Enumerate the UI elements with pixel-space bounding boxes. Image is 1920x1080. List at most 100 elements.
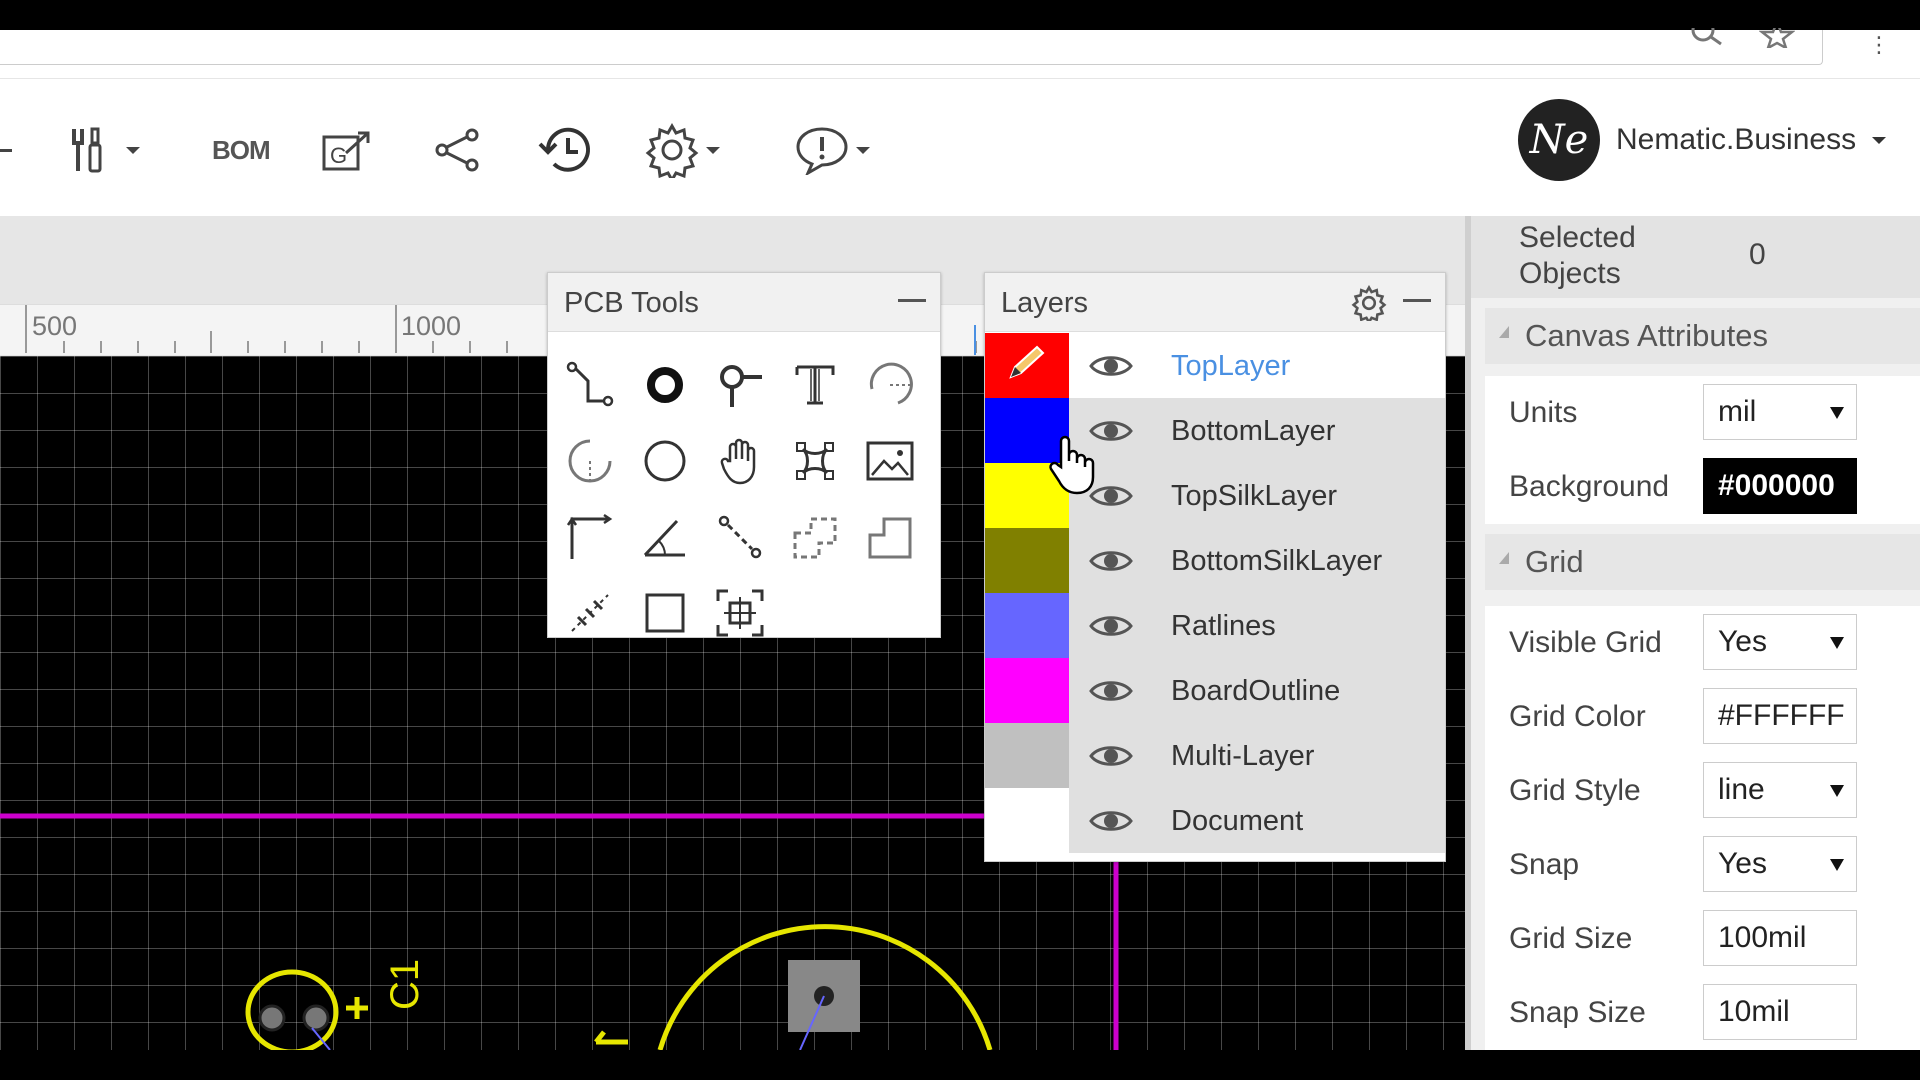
text-tool-icon[interactable] (785, 347, 845, 423)
eye-icon[interactable] (1089, 416, 1133, 451)
layer-color-swatch[interactable] (985, 593, 1069, 658)
selected-objects-label: Selected Objects (1519, 221, 1636, 290)
eye-icon[interactable] (1089, 806, 1133, 841)
units-row: Units mil (1485, 376, 1920, 450)
background-row: Background #000000 (1485, 450, 1920, 524)
connect-pad-tool-icon[interactable] (710, 499, 770, 575)
canvas-attributes-section[interactable]: Canvas Attributes (1485, 308, 1920, 364)
bookmark-star-icon[interactable] (1758, 18, 1796, 53)
canvas-attributes-title: Canvas Attributes (1525, 318, 1768, 353)
toolbar-dropdown-left[interactable] (0, 117, 12, 183)
pad[interactable] (258, 1004, 286, 1032)
background-label: Background (1509, 470, 1670, 503)
layer-row-ratlines[interactable]: Ratlines (985, 593, 1445, 658)
layer-row-boardoutline[interactable]: BoardOutline (985, 658, 1445, 723)
selected-objects-row: Selected Objects 0 (1471, 216, 1920, 298)
grid-color-value: #FFFFFF (1718, 699, 1845, 732)
track-tool-icon[interactable] (560, 347, 620, 423)
tools-button[interactable] (66, 117, 140, 183)
protractor-tool-icon[interactable] (635, 499, 695, 575)
canvas-origin-tool-icon[interactable] (710, 575, 770, 651)
layers-header[interactable]: Layers (985, 273, 1445, 332)
grid-size-value: 100mil (1718, 921, 1807, 954)
units-select[interactable]: mil (1703, 384, 1857, 440)
grid-section[interactable]: Grid (1485, 534, 1920, 590)
share-button[interactable] (432, 117, 482, 183)
feedback-button[interactable] (794, 117, 870, 183)
minimize-icon[interactable] (898, 299, 926, 302)
layer-color-swatch[interactable] (985, 658, 1069, 723)
circle-tool-icon[interactable] (635, 423, 695, 499)
rect-region-tool-icon[interactable] (785, 499, 845, 575)
copper-area-tool-icon[interactable] (785, 423, 845, 499)
grid-style-value: line (1718, 773, 1765, 806)
pad[interactable] (302, 1004, 330, 1032)
snap-size-input[interactable]: 10mil (1703, 984, 1857, 1040)
arc-tool-icon[interactable] (860, 347, 920, 423)
dropdown-arrow-icon (1830, 637, 1844, 649)
eye-icon[interactable] (1089, 351, 1133, 386)
snap-select[interactable]: Yes (1703, 836, 1857, 892)
zoom-icon[interactable] (1687, 18, 1727, 53)
feedback-icon (796, 127, 848, 175)
export-button[interactable]: G (320, 117, 376, 183)
ruler-label-500: 500 (32, 311, 78, 341)
pcb-tools-panel: PCB Tools (547, 272, 941, 638)
chevron-down-icon (856, 146, 870, 154)
layer-row-bottomsilklayer[interactable]: BottomSilkLayer (985, 528, 1445, 593)
address-bar[interactable] (0, 18, 1823, 65)
minimize-icon[interactable] (1403, 299, 1431, 302)
grid-size-row: Grid Size 100mil (1485, 902, 1920, 976)
history-button[interactable] (536, 117, 596, 183)
browser-menu-icon[interactable]: ⋮ (1868, 34, 1890, 56)
image-tool-icon[interactable] (860, 423, 920, 499)
via-tool-icon[interactable] (710, 347, 770, 423)
grid-style-select[interactable]: line (1703, 762, 1857, 818)
layer-row-document[interactable]: Document (985, 788, 1445, 853)
layer-row-toplayer[interactable]: TopLayer (985, 333, 1445, 398)
units-label: Units (1509, 396, 1578, 429)
pad-tool-icon[interactable] (635, 347, 695, 423)
user-menu[interactable]: Ne Nematic.Business (1518, 99, 1887, 181)
layer-color-swatch[interactable] (985, 788, 1069, 853)
snap-size-row: Snap Size 10mil (1485, 976, 1920, 1050)
grid-title: Grid (1525, 544, 1584, 579)
center-arc-tool-icon[interactable] (560, 423, 620, 499)
eye-icon[interactable] (1089, 676, 1133, 711)
dropdown-arrow-icon (1830, 785, 1844, 797)
grid-size-input[interactable]: 100mil (1703, 910, 1857, 966)
layer-list: TopLayer BottomLayer TopSilkLayer Bottom… (985, 333, 1445, 853)
snap-size-label: Snap Size (1509, 996, 1646, 1029)
eye-icon[interactable] (1089, 546, 1133, 581)
grid-style-row: Grid Style line (1485, 754, 1920, 828)
snap-value: Yes (1718, 847, 1767, 880)
dropdown-arrow-icon (1830, 407, 1844, 419)
settings-button[interactable] (644, 117, 720, 183)
layer-name: TopLayer (1171, 350, 1291, 382)
eye-icon[interactable] (1089, 481, 1133, 516)
grid-style-label: Grid Style (1509, 774, 1641, 807)
pcb-tools-title: PCB Tools (564, 287, 699, 319)
pcb-tools-header[interactable]: PCB Tools (548, 273, 940, 332)
dimension-tool-icon[interactable] (560, 499, 620, 575)
layer-color-swatch[interactable] (985, 333, 1069, 398)
main-toolbar: BOM G Ne Nematic.Business (0, 78, 1920, 218)
history-icon (538, 127, 590, 172)
eye-icon[interactable] (1089, 741, 1133, 776)
layer-name: Ratlines (1171, 610, 1276, 642)
tools-icon (72, 127, 102, 173)
layer-color-swatch[interactable] (985, 528, 1069, 593)
background-color-input[interactable]: #000000 (1703, 458, 1857, 514)
grid-color-input[interactable]: #FFFFFF (1703, 688, 1857, 744)
layer-color-swatch[interactable] (985, 723, 1069, 788)
rectangle-tool-icon[interactable] (635, 575, 695, 651)
grid-color-label: Grid Color (1509, 700, 1646, 733)
layer-row-multilayer[interactable]: Multi-Layer (985, 723, 1445, 788)
pan-tool-icon[interactable] (710, 423, 770, 499)
visible-grid-select[interactable]: Yes (1703, 614, 1857, 670)
gear-icon[interactable] (1351, 284, 1387, 326)
eye-icon[interactable] (1089, 611, 1133, 646)
hole-tool-icon[interactable] (560, 575, 620, 651)
solid-region-tool-icon[interactable] (860, 499, 920, 575)
bom-button[interactable]: BOM (212, 117, 271, 183)
